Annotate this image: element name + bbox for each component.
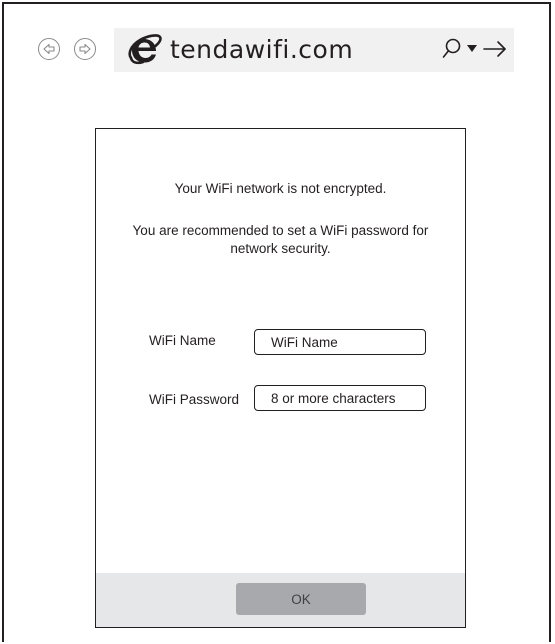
back-arrow-icon	[43, 43, 55, 55]
not-encrypted-message: Your WiFi network is not encrypted.	[174, 181, 387, 196]
wifi-name-input[interactable]	[254, 329, 426, 355]
address-toolbar	[442, 38, 508, 60]
wifi-password-input[interactable]	[254, 385, 426, 411]
wifi-password-label: WiFi Password	[149, 392, 240, 407]
forward-arrow-icon	[79, 43, 91, 55]
address-text[interactable]: tendawifi.com	[170, 32, 353, 68]
dropdown-triangle-icon[interactable]	[466, 38, 478, 60]
wifi-name-label: WiFi Name	[149, 333, 216, 348]
ok-button[interactable]: OK	[236, 583, 366, 615]
search-icon[interactable]	[442, 38, 462, 60]
forward-button[interactable]	[74, 38, 96, 60]
back-button[interactable]	[38, 38, 60, 60]
internet-explorer-icon	[128, 34, 162, 65]
recommendation-message: You are recommended to set a WiFi passwo…	[132, 223, 429, 256]
go-arrow-icon[interactable]	[482, 38, 508, 60]
wifi-setup-dialog: Your WiFi network is not encrypted. You …	[95, 128, 466, 628]
address-bar[interactable]: tendawifi.com	[114, 28, 514, 72]
browser-window: tendawifi.com Your WiFi network is not e…	[2, 2, 551, 642]
dialog-footer: OK	[96, 573, 465, 627]
